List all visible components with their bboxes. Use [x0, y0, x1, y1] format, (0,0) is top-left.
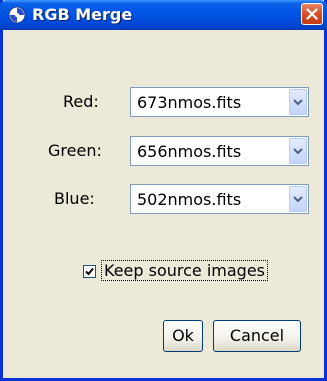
close-button[interactable]: [301, 3, 323, 25]
chevron-down-icon[interactable]: [289, 138, 307, 164]
red-channel-select[interactable]: 673nmos.fits: [130, 87, 309, 117]
close-icon: [306, 5, 318, 24]
title-bar[interactable]: RGB Merge: [0, 0, 327, 30]
cancel-button[interactable]: Cancel: [213, 320, 301, 352]
green-channel-select[interactable]: 656nmos.fits: [130, 136, 309, 166]
blue-select-value: 502nmos.fits: [137, 190, 242, 209]
window-title: RGB Merge: [32, 5, 133, 24]
keep-source-images-label[interactable]: Keep source images: [101, 260, 269, 281]
green-select-value: 656nmos.fits: [137, 142, 242, 161]
blue-label: Blue:: [54, 189, 95, 208]
chevron-down-icon[interactable]: [289, 89, 307, 115]
green-label: Green:: [48, 141, 102, 160]
red-label: Red:: [63, 92, 99, 111]
blue-channel-select[interactable]: 502nmos.fits: [130, 184, 309, 214]
keep-source-images-checkbox[interactable]: [83, 265, 96, 278]
ok-button[interactable]: Ok: [163, 320, 203, 352]
red-select-value: 673nmos.fits: [137, 93, 242, 112]
rgb-merge-dialog: RGB Merge Red: 673nmos.fits Green: 656nm…: [0, 0, 327, 381]
imagej-icon: [8, 6, 26, 24]
chevron-down-icon[interactable]: [289, 186, 307, 212]
